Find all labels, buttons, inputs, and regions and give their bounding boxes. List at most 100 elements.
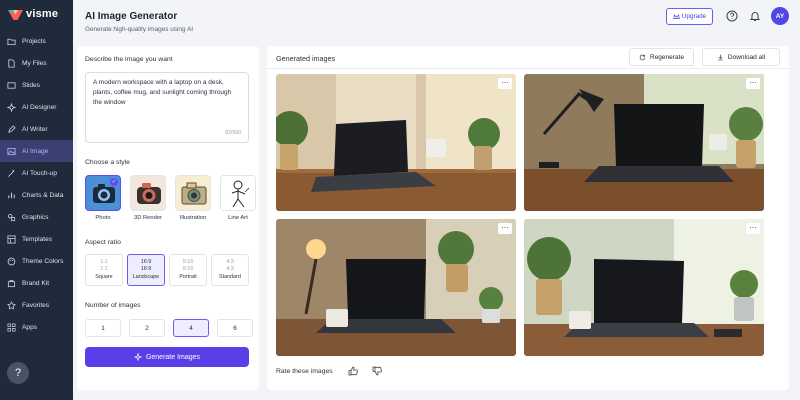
workspace-photo [524,74,764,211]
more-options-button[interactable]: ⋯ [498,78,512,89]
sidebar-nav: Projects My Files Slides AI Designer AI … [0,30,73,338]
aspect-name: Portrait [179,273,197,280]
style-option-photo[interactable]: ✓ Photo [85,175,121,221]
aspect-option-square[interactable]: 1:1 1:1 Square [85,254,123,286]
image-icon [7,147,16,155]
camera-illustration-icon [176,176,210,210]
sidebar-item-label: Charts & Data [22,191,64,199]
aspect-ratio-bottom: 4:3 [226,266,234,273]
logo[interactable]: visme [8,8,58,20]
count-option-1[interactable]: 1 [85,319,121,337]
upgrade-label: Upgrade [681,13,707,20]
brand-icon [7,279,16,287]
char-count: 82/500 [225,130,241,136]
sidebar-item-label: Apps [22,323,38,331]
style-name: Illustration [179,215,207,221]
image-count-options: 1 2 4 6 [85,319,253,337]
style-name: 3D Render [133,215,163,221]
prompt-textarea[interactable]: A modern workspace with a laptop on a de… [85,72,249,143]
camera-3d-icon [131,176,165,210]
aspect-name: Square [95,273,113,280]
count-option-6[interactable]: 6 [217,319,253,337]
star-icon [7,300,16,309]
thumbs-down-icon[interactable] [372,366,382,376]
wand-icon [8,169,15,177]
avatar[interactable]: AY [771,7,789,25]
style-name: Line Art [228,215,248,221]
sidebar-item-label: Brand Kit [22,279,50,287]
sidebar-item-ai-image[interactable]: AI Image [0,140,73,162]
sidebar-item-graphics[interactable]: Graphics [0,206,73,228]
more-options-button[interactable]: ⋯ [498,223,512,234]
sparkle-icon [7,102,16,112]
check-icon: ✓ [110,178,118,186]
regenerate-label: Regenerate [650,53,684,61]
sidebar-item-ai-touch-up[interactable]: AI Touch-up [0,162,73,184]
pen-icon [8,124,16,133]
palette-icon [7,257,16,265]
sidebar-item-charts-data[interactable]: Charts & Data [0,184,73,206]
visme-logo-icon [8,9,23,20]
regenerate-button[interactable]: Regenerate [629,48,694,66]
page-title: AI Image Generator [85,11,178,22]
aspect-option-portrait[interactable]: 9:16 9:16 Portrait [169,254,207,286]
sidebar-item-brand-kit[interactable]: Brand Kit [0,272,73,294]
workspace-photo [524,219,764,356]
style-thumb-illustration [175,175,211,211]
prompt-text: A modern workspace with a laptop on a de… [93,79,232,106]
sidebar-item-ai-writer[interactable]: AI Writer [0,118,73,140]
sidebar-item-label: AI Touch-up [22,169,58,177]
aspect-ratio-top: 4:3 [226,258,234,265]
count-option-2[interactable]: 2 [129,319,165,337]
sidebar-item-apps[interactable]: Apps [0,316,73,338]
aspect-ratio-bottom: 16:9 [140,266,152,273]
generated-image-3[interactable]: ⋯ [276,219,516,356]
sidebar-item-label: Graphics [22,213,49,221]
generate-images-button[interactable]: Generate Images [85,347,249,367]
generated-image-1[interactable]: ⋯ [276,74,516,211]
download-all-button[interactable]: Download all [702,48,780,66]
more-options-button[interactable]: ⋯ [746,78,760,89]
style-thumb-photo: ✓ [85,175,121,211]
sidebar-item-label: My Files [22,59,47,67]
sidebar-item-label: Templates [22,235,53,243]
aspect-name: Standard [219,273,241,280]
folder-icon [7,38,16,45]
aspect-option-standard[interactable]: 4:3 4:3 Standard [211,254,249,286]
upgrade-button[interactable]: Upgrade [666,8,713,25]
style-thumb-3d-render [130,175,166,211]
rate-images-label: Rate these images [276,368,333,375]
help-circle-icon[interactable] [726,10,738,22]
apps-icon [7,323,16,331]
sidebar-item-label: AI Image [22,147,49,155]
bell-icon[interactable] [749,10,761,22]
generator-form-panel: Describe the image you want A modern wor… [77,46,259,390]
generated-image-4[interactable]: ⋯ [524,219,764,356]
sidebar-item-projects[interactable]: Projects [0,30,73,52]
slides-icon [7,81,16,89]
aspect-option-landscape[interactable]: 16:9 16:9 Landscape [127,254,165,286]
style-label: Choose a style [85,159,130,166]
aspect-ratio-options: 1:1 1:1 Square 16:9 16:9 Landscape 9:16 … [85,254,249,286]
sidebar-item-my-files[interactable]: My Files [0,52,73,74]
workspace-photo [276,219,516,356]
style-option-line-art[interactable]: Line Art [220,175,256,221]
sidebar-item-slides[interactable]: Slides [0,74,73,96]
help-button[interactable]: ? [7,362,29,384]
graphics-icon [7,213,16,221]
header: AI Image Generator Generate high-quality… [73,0,800,44]
sidebar-item-templates[interactable]: Templates [0,228,73,250]
thumbs-up-icon[interactable] [348,366,358,376]
style-option-3d-render[interactable]: 3D Render [130,175,166,221]
sidebar-item-favorites[interactable]: Favorites [0,294,73,316]
sidebar-item-label: Theme Colors [22,257,64,265]
generated-image-2[interactable]: ⋯ [524,74,764,211]
sidebar-item-theme-colors[interactable]: Theme Colors [0,250,73,272]
sidebar-item-ai-designer[interactable]: AI Designer [0,96,73,118]
file-icon [8,58,15,68]
style-option-illustration[interactable]: Illustration [175,175,211,221]
more-options-button[interactable]: ⋯ [746,223,760,234]
count-option-4[interactable]: 4 [173,319,209,337]
prompt-label: Describe the image you want [85,56,173,63]
sidebar-item-label: Favorites [22,301,50,309]
